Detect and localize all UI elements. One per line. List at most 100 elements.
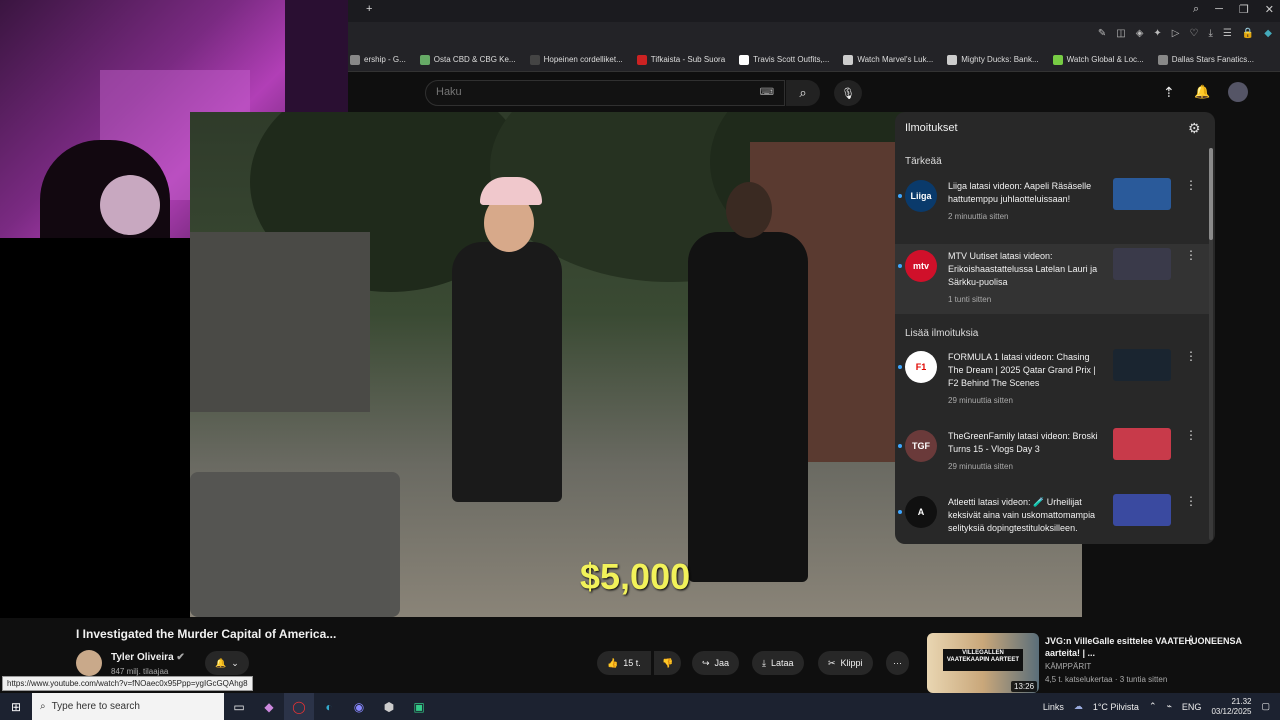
search-tabs-icon[interactable]: ⌕ bbox=[1193, 3, 1199, 16]
download-button[interactable]: ⤓ Lataa bbox=[752, 651, 804, 675]
app-icon-photos[interactable]: ◆ bbox=[254, 693, 284, 720]
heart-icon[interactable]: ♡ bbox=[1189, 28, 1198, 39]
language-indicator[interactable]: ENG bbox=[1182, 702, 1202, 712]
menu-icon[interactable]: ☰ bbox=[1223, 28, 1232, 39]
dislike-button[interactable]: 👎 bbox=[654, 651, 682, 675]
unread-dot-icon bbox=[898, 444, 902, 448]
notification-item[interactable]: F1 FORMULA 1 latasi videon: Chasing The D… bbox=[895, 345, 1209, 415]
share-button[interactable]: ↪ Jaa bbox=[692, 651, 740, 675]
notification-channel-avatar[interactable]: TGF bbox=[905, 430, 937, 462]
bookmark-item[interactable]: Watch Global & Loc... bbox=[1052, 54, 1144, 65]
thumbs-up-icon: 👍 bbox=[607, 657, 619, 668]
notification-thumbnail[interactable] bbox=[1113, 178, 1171, 210]
bookmark-favicon-icon bbox=[419, 54, 430, 65]
scrollbar-thumb[interactable] bbox=[1209, 148, 1213, 240]
play-icon[interactable]: ▷ bbox=[1172, 28, 1180, 39]
network-icon[interactable]: ⌁ bbox=[1167, 701, 1172, 712]
notification-thumbnail[interactable] bbox=[1113, 494, 1171, 526]
clock[interactable]: 21.32 03/12/2025 bbox=[1211, 697, 1251, 717]
task-view-icon[interactable]: ▭ bbox=[224, 693, 254, 720]
channel-name[interactable]: Tyler Oliveira ✔ bbox=[111, 652, 185, 663]
bookmark-item[interactable]: Tifkaista - Sub Suora bbox=[636, 54, 725, 65]
profile-icon[interactable]: ◆ bbox=[1264, 28, 1272, 39]
download-icon[interactable]: ⤓ bbox=[1208, 28, 1212, 39]
video-duration: 13:26 bbox=[1011, 681, 1038, 692]
page-background bbox=[0, 238, 190, 618]
clip-button[interactable]: ✂ Klippi bbox=[818, 651, 873, 675]
bookmark-label: ership - G... bbox=[364, 55, 406, 64]
subscribe-bell-button[interactable]: 🔔 ⌄ bbox=[205, 651, 249, 675]
weather-icon[interactable]: ☁ bbox=[1074, 701, 1083, 712]
bookmark-item[interactable]: Travis Scott Outfits,... bbox=[739, 54, 830, 65]
search-box[interactable]: ⌨ bbox=[425, 80, 785, 106]
like-count: 15 t. bbox=[623, 658, 641, 668]
links-toolbar[interactable]: Links bbox=[1043, 702, 1064, 712]
notification-thumbnail[interactable] bbox=[1113, 349, 1171, 381]
avatar[interactable] bbox=[1228, 82, 1248, 102]
minimize-icon[interactable]: ─ bbox=[1215, 3, 1223, 16]
notification-channel-avatar[interactable]: A bbox=[905, 496, 937, 528]
unread-dot-icon bbox=[898, 264, 902, 268]
edge-icon[interactable]: ◐ bbox=[314, 693, 344, 720]
bookmark-label: Watch Global & Loc... bbox=[1066, 55, 1144, 64]
notification-item[interactable]: TGF TheGreenFamily latasi videon: Broski … bbox=[895, 424, 1209, 494]
bookmark-favicon-icon bbox=[947, 54, 958, 65]
bell-icon[interactable]: 🔔 bbox=[1194, 84, 1210, 100]
shield-icon[interactable]: ◈ bbox=[1136, 28, 1144, 39]
notification-message: Liiga latasi videon: Aapeli Räsäselle ha… bbox=[948, 181, 1092, 204]
discord-icon[interactable]: ◉ bbox=[344, 693, 374, 720]
new-tab-icon[interactable]: + bbox=[366, 3, 372, 15]
settings-gear-icon[interactable]: ⚙ bbox=[1188, 120, 1201, 137]
keyboard-icon[interactable]: ⌨ bbox=[760, 87, 774, 98]
app-icon-green[interactable]: ▣ bbox=[404, 693, 434, 720]
more-vert-icon[interactable]: ⋮ bbox=[1185, 633, 1197, 647]
edit-icon[interactable]: ✎ bbox=[1098, 28, 1106, 39]
bookmark-item[interactable]: Watch Marvel's Luk... bbox=[843, 54, 933, 65]
channel-avatar[interactable] bbox=[76, 650, 102, 676]
extension-icon[interactable]: ✦ bbox=[1153, 28, 1161, 39]
notification-item[interactable]: A Atleetti latasi videon: 🧪 Urheilijat ke… bbox=[895, 490, 1209, 544]
recommended-video[interactable]: VILLEGALLEN VAATEKAAPIN AARTEET 13:26 JV… bbox=[927, 633, 1267, 693]
camera-icon[interactable]: ◫ bbox=[1116, 28, 1125, 39]
bookmark-item[interactable]: Dallas Stars Fanatics... bbox=[1157, 54, 1254, 65]
search-input[interactable] bbox=[436, 86, 736, 98]
opera-icon[interactable]: ◯ bbox=[284, 693, 314, 720]
bookmark-item[interactable]: Mighty Ducks: Bank... bbox=[947, 54, 1039, 65]
close-icon[interactable]: ✕ bbox=[1265, 3, 1274, 16]
bookmark-item[interactable]: ership - G... bbox=[350, 54, 406, 65]
notification-channel-avatar[interactable]: F1 bbox=[905, 351, 937, 383]
notification-item[interactable]: mtv MTV Uutiset latasi videon: Erikoishaa… bbox=[895, 244, 1209, 314]
start-button[interactable]: ⊞ bbox=[0, 693, 32, 720]
notification-item[interactable]: Liiga Liiga latasi videon: Aapeli Räsäsel… bbox=[895, 174, 1209, 244]
recommended-meta: 4,5 t. katselukertaa · 3 tuntia sitten bbox=[1045, 675, 1168, 684]
notification-channel-avatar[interactable]: Liiga bbox=[905, 180, 937, 212]
restore-icon[interactable]: ❐ bbox=[1239, 3, 1249, 16]
like-button[interactable]: 👍 15 t. bbox=[597, 651, 651, 675]
chevron-up-icon[interactable]: ⌃ bbox=[1149, 701, 1157, 712]
upload-icon[interactable]: ⇡ bbox=[1163, 84, 1175, 101]
more-actions-button[interactable]: ··· bbox=[886, 651, 909, 675]
lock-icon[interactable]: 🔒 bbox=[1242, 28, 1254, 39]
bookmarks-bar: ership - G... Osta CBD & CBG Ke... Hopeine… bbox=[348, 48, 1280, 72]
notification-thumbnail[interactable] bbox=[1113, 248, 1171, 280]
bookmark-label: Travis Scott Outfits,... bbox=[753, 55, 830, 64]
bookmark-item[interactable]: Hopeinen cordelliket... bbox=[529, 54, 623, 65]
weather-text[interactable]: 1°C Pilvista bbox=[1093, 702, 1139, 712]
voice-search-button[interactable]: 🎙 bbox=[834, 80, 862, 106]
taskbar-search[interactable]: ⌕ Type here to search bbox=[32, 693, 224, 720]
notification-channel-avatar[interactable]: mtv bbox=[905, 250, 937, 282]
search-button[interactable]: ⌕ bbox=[786, 80, 820, 106]
bookmark-favicon-icon bbox=[739, 54, 750, 65]
app-icon-shield[interactable]: ⬢ bbox=[374, 693, 404, 720]
clock-time: 21.32 bbox=[1231, 696, 1252, 706]
more-vert-icon[interactable]: ⋮ bbox=[1185, 248, 1197, 262]
more-vert-icon[interactable]: ⋮ bbox=[1185, 494, 1197, 508]
more-vert-icon[interactable]: ⋮ bbox=[1185, 349, 1197, 363]
more-vert-icon[interactable]: ⋮ bbox=[1185, 178, 1197, 192]
notification-center-icon[interactable]: ▢ bbox=[1261, 701, 1270, 712]
subscriber-count: 847 milj. tilaajaa bbox=[111, 667, 169, 676]
bookmark-item[interactable]: Osta CBD & CBG Ke... bbox=[419, 54, 516, 65]
windows-icon: ⊞ bbox=[10, 699, 22, 714]
more-vert-icon[interactable]: ⋮ bbox=[1185, 428, 1197, 442]
notification-thumbnail[interactable] bbox=[1113, 428, 1171, 460]
